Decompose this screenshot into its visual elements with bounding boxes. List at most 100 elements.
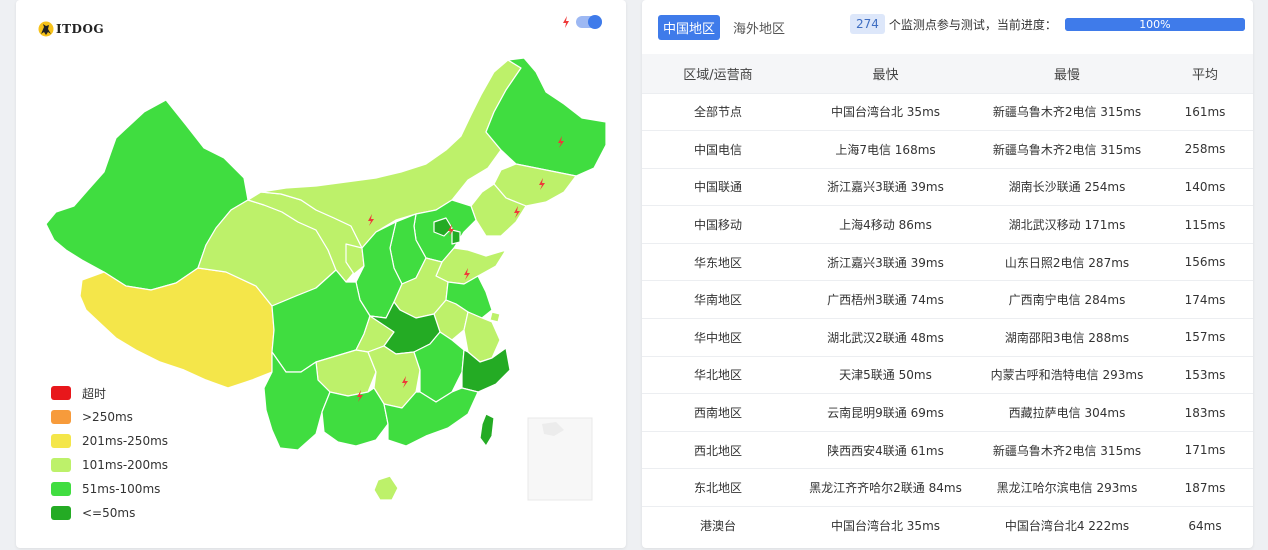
cell-slowest: 中国台湾台北4 222ms [977, 506, 1157, 545]
cell-average: 140ms [1157, 167, 1253, 206]
table-row: 中国移动 上海4移动 86ms 湖北武汉移动 171ms 115ms [642, 205, 1253, 244]
region-shanghai [489, 311, 501, 323]
region-tibet [79, 267, 275, 389]
header-average: 平均 [1157, 54, 1253, 93]
cell-average: 174ms [1157, 280, 1253, 319]
header-fastest: 最快 [794, 54, 977, 93]
legend-item: 201ms-250ms [51, 429, 168, 453]
legend-swatch [51, 386, 71, 400]
cell-fastest: 上海7电信 168ms [794, 130, 977, 169]
cell-fastest: 广西梧州3联通 74ms [794, 280, 977, 319]
legend-item: 超时 [51, 381, 168, 405]
cell-region: 中国电信 [642, 130, 794, 169]
cell-average: 153ms [1157, 355, 1253, 394]
cell-region: 华北地区 [642, 355, 794, 394]
legend-item: <=50ms [51, 501, 168, 525]
legend-swatch [51, 482, 71, 496]
table-row: 西南地区 云南昆明9联通 69ms 西藏拉萨电信 304ms 183ms [642, 393, 1253, 432]
region-tianjin [451, 229, 461, 245]
header-slowest: 最慢 [977, 54, 1157, 93]
cell-fastest: 陕西西安4联通 61ms [794, 430, 977, 469]
region-guangxi [321, 387, 389, 447]
test-progress: 274 个监测点参与测试，当前进度： 100% [850, 14, 1245, 34]
cell-region: 中国联通 [642, 167, 794, 206]
table-row: 华南地区 广西梧州3联通 74ms 广西南宁电信 284ms 174ms [642, 280, 1253, 319]
cell-fastest: 天津5联通 50ms [794, 355, 977, 394]
cell-fastest: 浙江嘉兴3联通 39ms [794, 242, 977, 281]
table-row: 港澳台 中国台湾台北 35ms 中国台湾台北4 222ms 64ms [642, 506, 1253, 545]
legend-item: >250ms [51, 405, 168, 429]
legend-label: 201ms-250ms [82, 434, 169, 448]
region-tabs: 中国地区 海外地区 [658, 15, 798, 40]
cell-average: 187ms [1157, 468, 1253, 507]
cell-slowest: 西藏拉萨电信 304ms [977, 393, 1157, 432]
cell-average: 115ms [1157, 205, 1253, 244]
cell-fastest: 湖北武汉2联通 48ms [794, 318, 977, 357]
cell-fastest: 中国台湾台北 35ms [794, 92, 977, 131]
cell-slowest: 湖南邵阳3电信 288ms [977, 318, 1157, 357]
table-row: 中国电信 上海7电信 168ms 新疆乌鲁木齐2电信 315ms 258ms [642, 130, 1253, 169]
cell-fastest: 中国台湾台北 35ms [794, 506, 977, 545]
cell-region: 港澳台 [642, 506, 794, 545]
cell-region: 全部节点 [642, 92, 794, 131]
cell-slowest: 新疆乌鲁木齐2电信 315ms [977, 130, 1157, 169]
cell-slowest: 湖北武汉移动 171ms [977, 205, 1157, 244]
header-region: 区域/运营商 [642, 54, 794, 93]
legend-swatch [51, 410, 71, 424]
legend-label: 101ms-200ms [82, 458, 169, 472]
node-count-badge: 274 [850, 14, 885, 34]
table-row: 华北地区 天津5联通 50ms 内蒙古呼和浩特电信 293ms 153ms [642, 355, 1253, 394]
legend-label: 超时 [82, 386, 107, 401]
legend-item: 51ms-100ms [51, 477, 168, 501]
cell-average: 156ms [1157, 242, 1253, 281]
table-row: 西北地区 陕西西安4联通 61ms 新疆乌鲁木齐2电信 315ms 171ms [642, 430, 1253, 469]
cell-slowest: 广西南宁电信 284ms [977, 280, 1157, 319]
cell-region: 东北地区 [642, 468, 794, 507]
cell-fastest: 上海4移动 86ms [794, 205, 977, 244]
cell-average: 161ms [1157, 92, 1253, 131]
legend-item: 101ms-200ms [51, 453, 168, 477]
cell-slowest: 新疆乌鲁木齐2电信 315ms [977, 92, 1157, 131]
cell-region: 西北地区 [642, 430, 794, 469]
legend-swatch [51, 506, 71, 520]
map-legend: 超时 >250ms 201ms-250ms 101ms-200ms 51ms-1… [51, 381, 168, 525]
tab-overseas[interactable]: 海外地区 [728, 15, 790, 40]
cell-slowest: 内蒙古呼和浩特电信 293ms [977, 355, 1157, 394]
cell-slowest: 山东日照2电信 287ms [977, 242, 1157, 281]
legend-swatch [51, 458, 71, 472]
cell-fastest: 浙江嘉兴3联通 39ms [794, 167, 977, 206]
table-body: 全部节点 中国台湾台北 35ms 新疆乌鲁木齐2电信 315ms 161ms 中国电信上… [642, 92, 1253, 545]
cell-average: 171ms [1157, 430, 1253, 469]
region-hainan [373, 475, 399, 501]
cell-average: 157ms [1157, 318, 1253, 357]
legend-label: 51ms-100ms [82, 482, 161, 496]
cell-average: 64ms [1157, 506, 1253, 545]
cell-slowest: 新疆乌鲁木齐2电信 315ms [977, 430, 1157, 469]
legend-label: <=50ms [82, 506, 136, 520]
progress-bar: 100% [1064, 17, 1245, 31]
progress-percent: 100% [1139, 17, 1171, 31]
results-panel: 中国地区 海外地区 274 个监测点参与测试，当前进度： 100% 区域/运营商… [642, 0, 1253, 548]
table-header-row: 区域/运营商 最快 最慢 平均 [642, 54, 1253, 93]
cell-slowest: 湖南长沙联通 254ms [977, 167, 1157, 206]
cell-slowest: 黑龙江哈尔滨电信 293ms [977, 468, 1157, 507]
cell-region: 华南地区 [642, 280, 794, 319]
table-row: 全部节点 中国台湾台北 35ms 新疆乌鲁木齐2电信 315ms 161ms [642, 92, 1253, 131]
table-row: 中国联通 浙江嘉兴3联通 39ms 湖南长沙联通 254ms 140ms [642, 167, 1253, 206]
legend-swatch [51, 434, 71, 448]
map-panel: ITDOG 超时 >250ms 201ms-250ms 101ms-200ms … [16, 0, 626, 548]
progress-label: 个监测点参与测试，当前进度： [888, 17, 1057, 32]
legend-label: >250ms [82, 410, 133, 424]
cell-fastest: 黑龙江齐齐哈尔2联通 84ms [794, 468, 977, 507]
cell-region: 华中地区 [642, 318, 794, 357]
cell-region: 中国移动 [642, 205, 794, 244]
results-table: 区域/运营商 最快 最慢 平均 全部节点 中国台湾台北 35ms 新疆乌鲁木齐2电信… [642, 54, 1253, 545]
cell-fastest: 云南昆明9联通 69ms [794, 393, 977, 432]
tab-china[interactable]: 中国地区 [658, 15, 721, 40]
cell-region: 西南地区 [642, 393, 794, 432]
table-row: 华中地区 湖北武汉2联通 48ms 湖南邵阳3电信 288ms 157ms [642, 318, 1253, 357]
table-row: 东北地区 黑龙江齐齐哈尔2联通 84ms 黑龙江哈尔滨电信 293ms 187ms [642, 468, 1253, 507]
cell-average: 183ms [1157, 393, 1253, 432]
cell-region: 华东地区 [642, 242, 794, 281]
region-taiwan [479, 413, 495, 447]
